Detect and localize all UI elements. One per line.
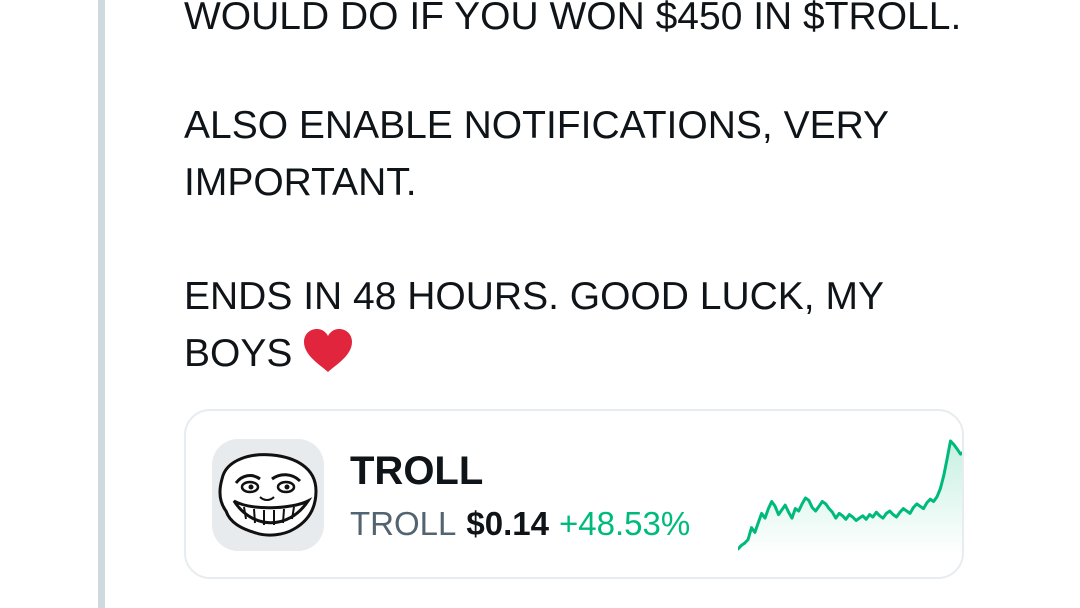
token-price: $0.14 <box>466 505 549 542</box>
tweet-text-line-1: WOULD DO IF YOU WON $450 IN $TROLL. <box>184 0 962 38</box>
tweet-text-line-3: IMPORTANT. <box>184 161 417 204</box>
token-card[interactable]: TROLL TROLL $0.14 +48.53% <box>184 409 964 579</box>
red-heart-emoji-icon <box>302 328 354 390</box>
tweet-text-line-2: ALSO ENABLE NOTIFICATIONS, VERY <box>184 104 890 147</box>
tweet-text-boys: BOYS <box>184 332 293 375</box>
token-change-percent: +48.53% <box>558 505 691 542</box>
token-price-row: TROLL $0.14 +48.53% <box>350 505 690 543</box>
token-name: TROLL <box>350 449 484 493</box>
token-symbol: TROLL <box>350 505 457 542</box>
tweet-thread-view: WOULD DO IF YOU WON $450 IN $TROLL. ALSO… <box>0 0 1080 608</box>
troll-face-icon <box>212 439 324 551</box>
tweet-text-line-4: ENDS IN 48 HOURS. GOOD LUCK, MY <box>184 275 884 318</box>
thread-connector-line <box>98 0 105 608</box>
tweet-text-line-5: BOYS <box>184 326 1064 390</box>
price-sparkline <box>738 439 962 555</box>
